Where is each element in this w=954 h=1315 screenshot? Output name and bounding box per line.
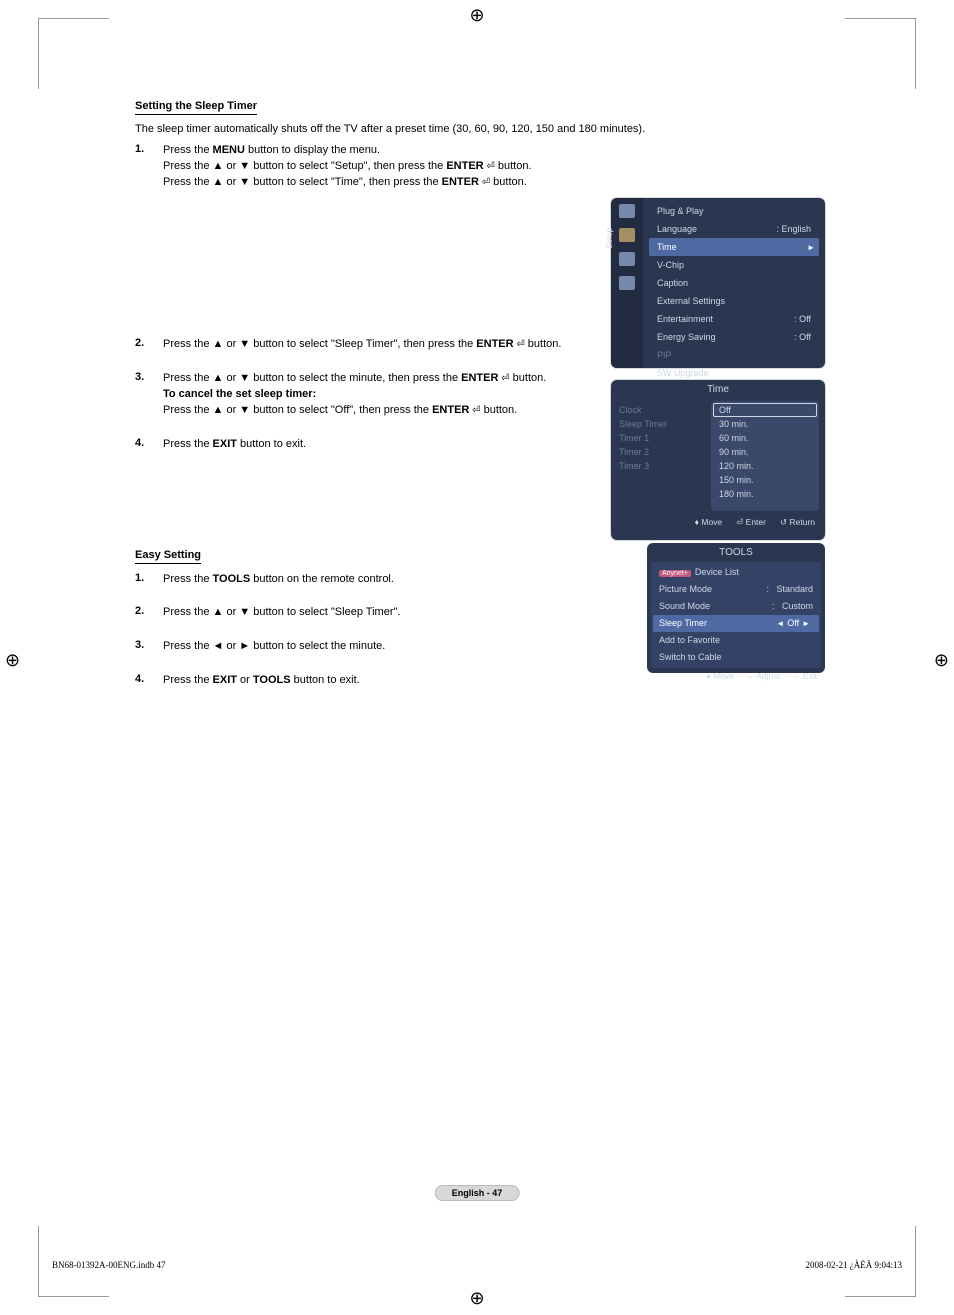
step-4: 4. Press the EXIT button to exit. bbox=[135, 437, 585, 453]
tools-row-picture: Picture Mode: Standard bbox=[653, 581, 819, 598]
osd-option-30[interactable]: 30 min. bbox=[713, 417, 817, 431]
step-number: 2. bbox=[135, 605, 163, 621]
enter-icon: ⏎ bbox=[484, 161, 495, 172]
registration-mark-icon: ⊕ bbox=[5, 650, 20, 671]
hint-adjust: ↔ Adjust bbox=[746, 671, 780, 681]
footer-file: BN68-01392A-00ENG.indb 47 bbox=[52, 1260, 166, 1270]
osd-time-footer: ♦ Move ⏎ Enter ↺ Return bbox=[611, 513, 825, 532]
footer-date: 2008-02-21 ¿ÀÈÄ 9:04:13 bbox=[806, 1260, 903, 1270]
osd-item-sleep: Sleep Timer bbox=[619, 417, 711, 431]
osd-tools-header: TOOLS bbox=[647, 543, 825, 562]
easy-step-1: 1. Press the TOOLS button on the remote … bbox=[135, 572, 585, 588]
intro-text: The sleep timer automatically shuts off … bbox=[135, 123, 825, 135]
registration-mark-icon: ⊕ bbox=[934, 650, 949, 671]
osd-option-180[interactable]: 180 min. bbox=[713, 487, 817, 501]
step-body: Press the ▲ or ▼ button to select the mi… bbox=[163, 371, 585, 419]
osd-time-header: Time bbox=[611, 380, 825, 399]
osd-row-energy: Energy Saving: Off bbox=[649, 328, 819, 346]
content-area: Setting the Sleep Timer The sleep timer … bbox=[135, 100, 825, 707]
tools-row-sleep[interactable]: Sleep Timer◄Off► bbox=[653, 615, 819, 632]
osd-option-90[interactable]: 90 min. bbox=[713, 445, 817, 459]
sidebar-icon bbox=[619, 276, 635, 290]
step-number: 1. bbox=[135, 143, 163, 191]
step-number: 4. bbox=[135, 673, 163, 689]
osd-time-menu: Time Clock Sleep Timer Timer 1 Timer 2 T… bbox=[611, 380, 825, 540]
osd-tools-footer: ♦ Move ↔ Adjust → Exit bbox=[647, 668, 825, 684]
osd-sidebar: Setup bbox=[611, 198, 643, 368]
step-number: 1. bbox=[135, 572, 163, 588]
osd-item-clock: Clock bbox=[619, 403, 711, 417]
tools-row-sound: Sound Mode: Custom bbox=[653, 598, 819, 615]
registration-mark-icon: ⊕ bbox=[469, 1288, 484, 1309]
step-number: 2. bbox=[135, 337, 163, 353]
easy-step-2: 2. Press the ▲ or ▼ button to select "Sl… bbox=[135, 605, 585, 621]
enter-icon: ⏎ bbox=[514, 339, 525, 350]
step-3: 3. Press the ▲ or ▼ button to select the… bbox=[135, 371, 585, 419]
sidebar-icon bbox=[619, 204, 635, 218]
tools-row-device: Anynet+Device List bbox=[653, 564, 819, 581]
registration-mark-icon: ⊕ bbox=[469, 5, 484, 26]
step-number: 3. bbox=[135, 639, 163, 655]
osd-row-caption: Caption bbox=[649, 274, 819, 292]
osd-item-timer2: Timer 2 bbox=[619, 445, 711, 459]
osd-option-off[interactable]: Off bbox=[713, 403, 817, 417]
osd-row-vchip: V-Chip bbox=[649, 256, 819, 274]
osd-option-120[interactable]: 120 min. bbox=[713, 459, 817, 473]
tools-row-cable: Switch to Cable bbox=[653, 649, 819, 666]
steps-list-1b: 2. Press the ▲ or ▼ button to select "Sl… bbox=[135, 337, 585, 453]
steps-list-2: 1. Press the TOOLS button on the remote … bbox=[135, 572, 585, 690]
step-number: 4. bbox=[135, 437, 163, 453]
right-arrow-icon: ► bbox=[799, 619, 813, 628]
osd-row-entertainment: Entertainment: Off bbox=[649, 310, 819, 328]
step-number: 3. bbox=[135, 371, 163, 419]
osd-main: Plug & Play Language: English Time V-Chi… bbox=[643, 198, 825, 368]
step-2: 2. Press the ▲ or ▼ button to select "Sl… bbox=[135, 337, 585, 353]
tools-row-fav: Add to Favorite bbox=[653, 632, 819, 649]
osd-time-options: Off 30 min. 60 min. 90 min. 120 min. 150… bbox=[711, 401, 819, 511]
osd-item-timer1: Timer 1 bbox=[619, 431, 711, 445]
osd-row-plug: Plug & Play bbox=[649, 202, 819, 220]
step-1: 1. Press the MENU button to display the … bbox=[135, 143, 585, 191]
osd-option-150[interactable]: 150 min. bbox=[713, 473, 817, 487]
step-body: Press the MENU button to display the men… bbox=[163, 143, 585, 191]
osd-row-external: External Settings bbox=[649, 292, 819, 310]
enter-icon: ⏎ bbox=[498, 373, 509, 384]
osd-row-language: Language: English bbox=[649, 220, 819, 238]
enter-icon: ⏎ bbox=[479, 177, 490, 188]
gear-icon bbox=[619, 228, 635, 242]
osd-option-60[interactable]: 60 min. bbox=[713, 431, 817, 445]
crop-mark bbox=[38, 18, 109, 89]
easy-step-4: 4. Press the EXIT or TOOLS button to exi… bbox=[135, 673, 585, 689]
step-body: Press the ▲ or ▼ button to select "Sleep… bbox=[163, 337, 585, 353]
hint-move: ♦ Move bbox=[695, 517, 723, 528]
left-arrow-icon: ◄ bbox=[773, 619, 787, 628]
sidebar-icon bbox=[619, 252, 635, 266]
page-badge: English - 47 bbox=[435, 1185, 520, 1201]
sidebar-label: Setup bbox=[605, 228, 614, 249]
osd-time-left: Clock Sleep Timer Timer 1 Timer 2 Timer … bbox=[611, 399, 711, 513]
steps-list-1: 1. Press the MENU button to display the … bbox=[135, 143, 585, 191]
enter-icon: ⏎ bbox=[469, 405, 480, 416]
osd-row-pip: PIP bbox=[649, 346, 819, 364]
section-title-easy: Easy Setting bbox=[135, 549, 201, 564]
hint-move: ♦ Move bbox=[706, 671, 734, 681]
section-title-sleep-timer: Setting the Sleep Timer bbox=[135, 100, 257, 115]
hint-exit: → Exit bbox=[792, 671, 817, 681]
step-body: Press the EXIT button to exit. bbox=[163, 437, 585, 453]
osd-item-timer3: Timer 3 bbox=[619, 459, 711, 473]
easy-step-3: 3. Press the ◄ or ► button to select the… bbox=[135, 639, 585, 655]
osd-row-time[interactable]: Time bbox=[649, 238, 819, 256]
hint-enter: ⏎ Enter bbox=[736, 517, 766, 528]
hint-return: ↺ Return bbox=[780, 517, 815, 528]
manual-page: ⊕ ⊕ ⊕ ⊕ Setting the Sleep Timer The slee… bbox=[0, 0, 954, 1315]
osd-tools-menu: TOOLS Anynet+Device List Picture Mode: S… bbox=[647, 543, 825, 673]
anynet-badge: Anynet+ bbox=[659, 570, 691, 577]
osd-setup-menu: Setup Plug & Play Language: English Time… bbox=[611, 198, 825, 368]
crop-mark bbox=[845, 18, 916, 89]
